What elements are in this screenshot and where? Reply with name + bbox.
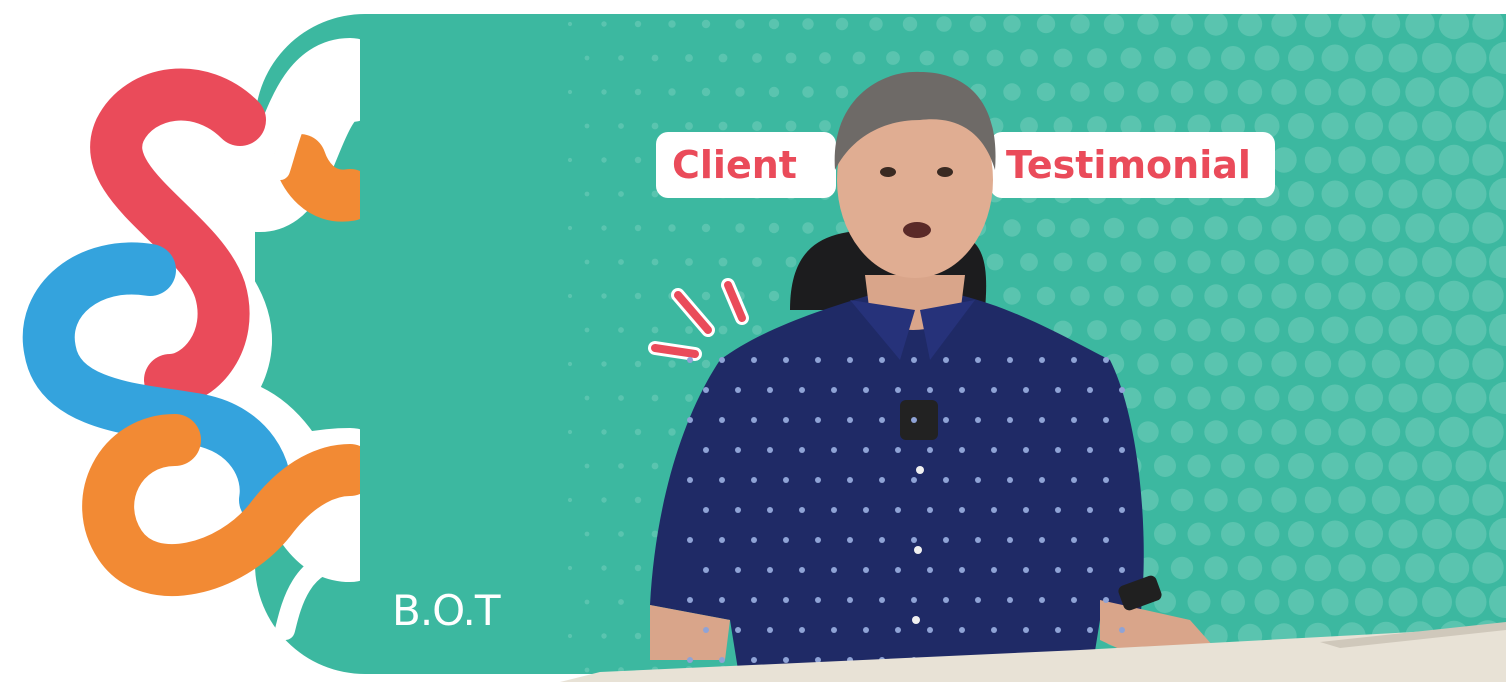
thumbnail-stage: Client Testimonial B.O.T — [0, 0, 1506, 682]
desk-surface — [560, 622, 1506, 682]
bot-brand-text: B.O.T — [392, 586, 501, 635]
presenter-figure — [650, 71, 1230, 682]
bot-brand-logo: B.O.T — [392, 586, 501, 636]
loop-logo-icon — [15, 38, 360, 640]
lapel-microphone — [900, 400, 938, 440]
